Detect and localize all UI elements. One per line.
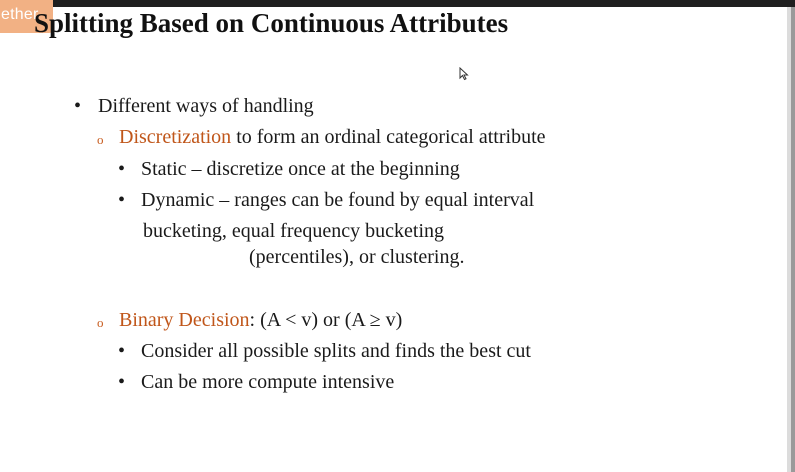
dynamic-line-2: bucketing, equal frequency bucketing — [143, 220, 444, 242]
bullet-dot: • — [118, 189, 126, 211]
binary-decision-line: Binary Decision: (A < v) or (A ≥ v) — [119, 308, 402, 332]
top-bar — [0, 0, 795, 7]
compute-line: Can be more compute intensive — [141, 371, 395, 393]
static-line: Static – discretize once at the beginnin… — [141, 158, 460, 180]
presenter-name-text: ether — [1, 6, 39, 23]
dynamic-line-3: (percentiles), or clustering. — [249, 246, 465, 268]
binary-decision-rest: : (A < v) or (A ≥ v) — [249, 309, 403, 331]
slide-title: Splitting Based on Continuous Attributes — [34, 8, 509, 38]
sub-bullet-circle: o — [97, 315, 104, 330]
sub-bullet-circle: o — [97, 132, 104, 147]
splits-line: Consider all possible splits and finds t… — [141, 340, 531, 362]
bullet-dot: • — [118, 158, 126, 180]
dynamic-line-1: Dynamic – ranges can be found by equal i… — [141, 189, 535, 211]
discretization-rest: to form an ordinal categorical attribute — [231, 126, 546, 148]
bullet-different-ways: Different ways of handling — [98, 95, 314, 117]
binary-decision-term: Binary Decision — [119, 309, 250, 331]
bullet-dot: • — [74, 95, 82, 117]
mouse-pointer-icon — [459, 67, 469, 81]
discretization-line: Discretization to form an ordinal catego… — [119, 125, 546, 149]
bullet-dot: • — [118, 340, 126, 362]
right-scrollbar-thumb[interactable] — [791, 7, 795, 472]
bullet-dot: • — [118, 371, 126, 393]
discretization-term: Discretization — [119, 126, 232, 148]
